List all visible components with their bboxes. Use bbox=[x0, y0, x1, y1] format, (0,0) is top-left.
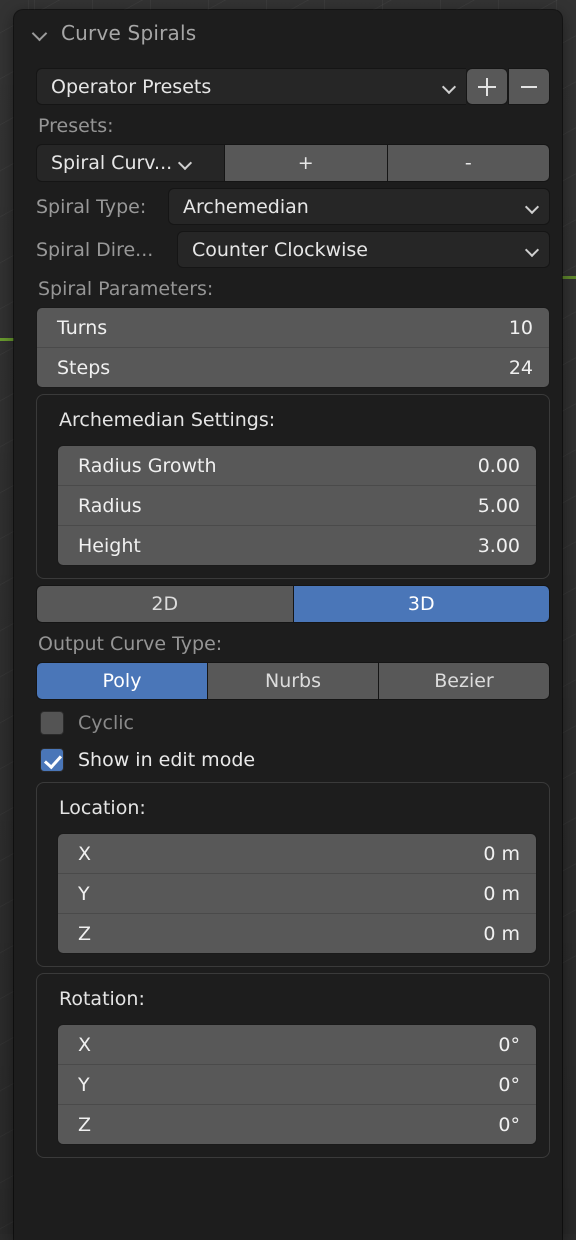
rotation-x-label: X bbox=[78, 1034, 498, 1056]
panel-title: Curve Spirals bbox=[61, 21, 196, 45]
cyclic-label: Cyclic bbox=[78, 712, 134, 734]
spiral-direction-label: Spiral Dire... bbox=[36, 239, 177, 261]
operator-presets-row: Operator Presets bbox=[36, 68, 550, 105]
location-z-label: Z bbox=[78, 923, 483, 945]
rotation-z-field[interactable]: Z 0° bbox=[58, 1104, 536, 1144]
location-box: Location: X 0 m Y 0 m Z 0 m bbox=[36, 782, 550, 967]
minus-icon bbox=[520, 78, 538, 96]
spiral-parameters-fields: Turns 10 Steps 24 bbox=[36, 307, 550, 388]
show-in-edit-mode-checkbox[interactable] bbox=[40, 748, 64, 772]
rotation-box: Rotation: X 0° Y 0° Z 0° bbox=[36, 973, 550, 1158]
archemedian-settings-fields: Radius Growth 0.00 Radius 5.00 Height 3.… bbox=[57, 445, 537, 566]
steps-field[interactable]: Steps 24 bbox=[37, 347, 549, 387]
spiral-type-value: Archemedian bbox=[183, 196, 519, 218]
remove-preset-button[interactable]: - bbox=[387, 144, 551, 182]
curve-spirals-operator-panel: Curve Spirals Operator Presets Presets: … bbox=[14, 10, 562, 1240]
output-curve-type-option-poly[interactable]: Poly bbox=[36, 662, 207, 700]
radius-growth-value: 0.00 bbox=[478, 455, 520, 477]
location-z-value: 0 m bbox=[483, 923, 520, 945]
location-x-value: 0 m bbox=[483, 843, 520, 865]
dimension-toggle: 2D 3D bbox=[36, 585, 550, 623]
location-x-field[interactable]: X 0 m bbox=[58, 834, 536, 873]
turns-field[interactable]: Turns 10 bbox=[37, 308, 549, 347]
rotation-z-value: 0° bbox=[498, 1114, 520, 1136]
spiral-type-label: Spiral Type: bbox=[36, 196, 168, 218]
location-title: Location: bbox=[59, 797, 539, 819]
location-x-label: X bbox=[78, 843, 483, 865]
cyclic-checkbox[interactable] bbox=[40, 711, 64, 735]
location-y-value: 0 m bbox=[483, 883, 520, 905]
preset-dropdown[interactable]: Spiral Curv... bbox=[36, 144, 224, 182]
rotation-y-label: Y bbox=[78, 1074, 498, 1096]
location-z-field[interactable]: Z 0 m bbox=[58, 913, 536, 953]
add-preset-button[interactable]: + bbox=[224, 144, 387, 182]
output-curve-type-label: Output Curve Type: bbox=[38, 633, 550, 655]
panel-header[interactable]: Curve Spirals bbox=[14, 10, 562, 56]
spiral-type-row: Spiral Type: Archemedian bbox=[36, 188, 550, 225]
height-field[interactable]: Height 3.00 bbox=[58, 525, 536, 565]
presets-row: Spiral Curv... + - bbox=[36, 144, 550, 182]
spiral-direction-row: Spiral Dire... Counter Clockwise bbox=[36, 231, 550, 268]
show-in-edit-mode-label: Show in edit mode bbox=[78, 749, 255, 771]
chevron-down-icon bbox=[525, 200, 539, 214]
plus-icon bbox=[478, 78, 496, 96]
radius-growth-field[interactable]: Radius Growth 0.00 bbox=[58, 446, 536, 485]
location-y-field[interactable]: Y 0 m bbox=[58, 873, 536, 913]
height-value: 3.00 bbox=[478, 535, 520, 557]
remove-operator-preset-button[interactable] bbox=[508, 68, 550, 105]
rotation-x-field[interactable]: X 0° bbox=[58, 1025, 536, 1064]
height-label: Height bbox=[78, 535, 478, 557]
rotation-z-label: Z bbox=[78, 1114, 498, 1136]
archemedian-settings-box: Archemedian Settings: Radius Growth 0.00… bbox=[36, 394, 550, 579]
turns-value: 10 bbox=[509, 317, 533, 339]
radius-field[interactable]: Radius 5.00 bbox=[58, 485, 536, 525]
chevron-down-icon bbox=[178, 156, 192, 170]
operator-presets-dropdown[interactable]: Operator Presets bbox=[36, 68, 466, 105]
archemedian-settings-title: Archemedian Settings: bbox=[59, 409, 539, 431]
output-curve-type-option-bezier[interactable]: Bezier bbox=[378, 662, 550, 700]
steps-value: 24 bbox=[509, 357, 533, 379]
spiral-parameters-label: Spiral Parameters: bbox=[38, 278, 550, 300]
location-fields: X 0 m Y 0 m Z 0 m bbox=[57, 833, 537, 954]
turns-label: Turns bbox=[57, 317, 509, 339]
cyclic-row[interactable]: Cyclic bbox=[40, 708, 550, 738]
operator-presets-value: Operator Presets bbox=[51, 76, 436, 98]
spiral-direction-value: Counter Clockwise bbox=[192, 239, 519, 261]
rotation-fields: X 0° Y 0° Z 0° bbox=[57, 1024, 537, 1145]
radius-value: 5.00 bbox=[478, 495, 520, 517]
location-y-label: Y bbox=[78, 883, 483, 905]
chevron-down-icon[interactable] bbox=[31, 24, 49, 42]
chevron-down-icon bbox=[525, 243, 539, 257]
dimension-option-3d[interactable]: 3D bbox=[293, 585, 551, 623]
radius-growth-label: Radius Growth bbox=[78, 455, 478, 477]
dimension-option-2d[interactable]: 2D bbox=[36, 585, 293, 623]
panel-body: Operator Presets Presets: Spiral Curv...… bbox=[14, 68, 562, 1158]
show-in-edit-mode-row[interactable]: Show in edit mode bbox=[40, 745, 550, 775]
steps-label: Steps bbox=[57, 357, 509, 379]
rotation-title: Rotation: bbox=[59, 988, 539, 1010]
radius-label: Radius bbox=[78, 495, 478, 517]
rotation-y-value: 0° bbox=[498, 1074, 520, 1096]
add-operator-preset-button[interactable] bbox=[466, 68, 508, 105]
chevron-down-icon bbox=[442, 80, 456, 94]
spiral-direction-dropdown[interactable]: Counter Clockwise bbox=[177, 231, 550, 268]
rotation-y-field[interactable]: Y 0° bbox=[58, 1064, 536, 1104]
presets-label: Presets: bbox=[38, 115, 550, 137]
rotation-x-value: 0° bbox=[498, 1034, 520, 1056]
output-curve-type-option-nurbs[interactable]: Nurbs bbox=[207, 662, 378, 700]
output-curve-type-toggle: Poly Nurbs Bezier bbox=[36, 662, 550, 700]
preset-dropdown-value: Spiral Curv... bbox=[51, 152, 172, 174]
spiral-type-dropdown[interactable]: Archemedian bbox=[168, 188, 550, 225]
